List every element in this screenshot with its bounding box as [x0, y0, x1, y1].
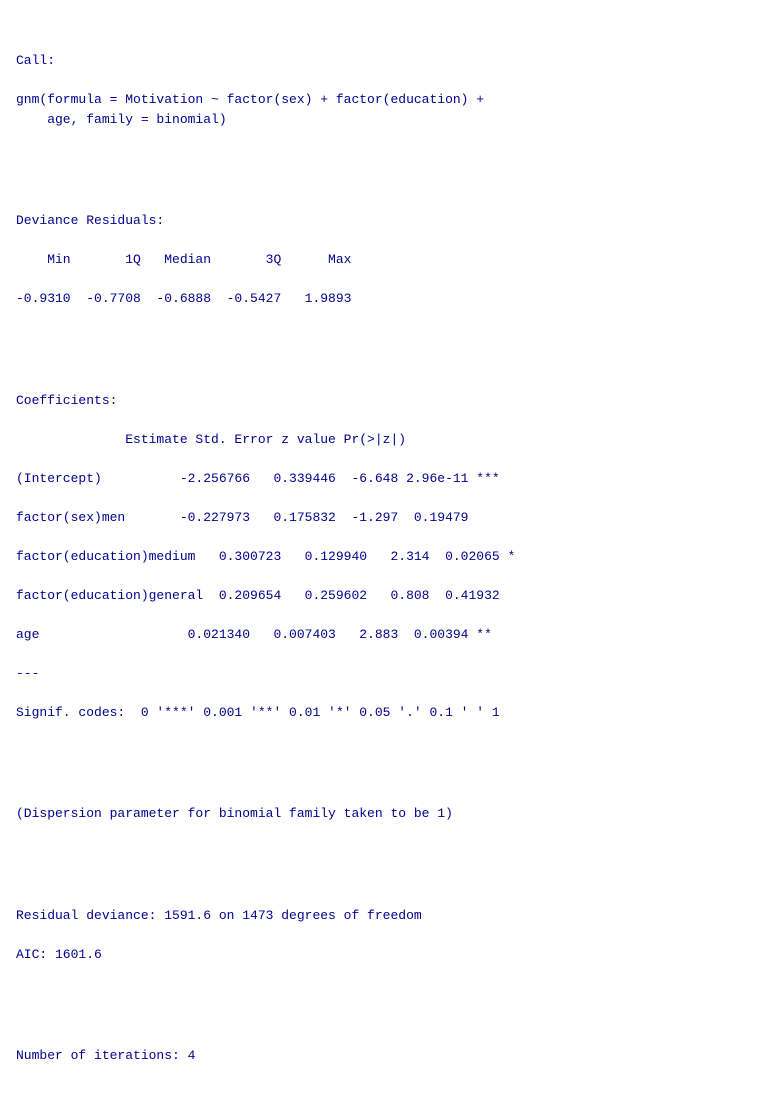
coeff-edu-medium: factor(education)medium 0.300723 0.12994…: [16, 549, 523, 564]
deviance-residuals-section: Deviance Residuals: Min 1Q Median 3Q Max…: [16, 172, 750, 309]
residual-deviance: Residual deviance: 1591.6 on 1473 degree…: [16, 908, 422, 923]
coeff-age: age 0.021340 0.007403 2.883 0.00394 **: [16, 627, 492, 642]
deviance-residuals-label: Deviance Residuals:: [16, 213, 164, 228]
r-output: Call: gnm(formula = Motivation ~ factor(…: [16, 12, 750, 1089]
iterations-section: Number of iterations: 4: [16, 1007, 750, 1066]
signif-codes: Signif. codes: 0 '***' 0.001 '**' 0.01 '…: [16, 705, 500, 720]
iterations-text: Number of iterations: 4: [16, 1048, 195, 1063]
call-label: Call:: [16, 53, 55, 68]
dispersion-section: (Dispersion parameter for binomial famil…: [16, 765, 750, 824]
call-code: gnm(formula = Motivation ~ factor(sex) +…: [16, 92, 484, 127]
deviance-residuals-headers: Min 1Q Median 3Q Max: [16, 252, 351, 267]
fit-stats-section: Residual deviance: 1591.6 on 1473 degree…: [16, 867, 750, 965]
coeff-sex-men: factor(sex)men -0.227973 0.175832 -1.297…: [16, 510, 500, 525]
coefficients-section: Coefficients: Estimate Std. Error z valu…: [16, 352, 750, 723]
coeff-edu-general: factor(education)general 0.209654 0.2596…: [16, 588, 531, 603]
coefficients-label: Coefficients:: [16, 393, 117, 408]
deviance-residuals-values: -0.9310 -0.7708 -0.6888 -0.5427 1.9893: [16, 291, 351, 306]
signif-separator: ---: [16, 666, 39, 681]
coefficients-header: Estimate Std. Error z value Pr(>|z|): [16, 432, 437, 447]
call-section: Call: gnm(formula = Motivation ~ factor(…: [16, 32, 750, 130]
coeff-intercept: (Intercept) -2.256766 0.339446 -6.648 2.…: [16, 471, 500, 486]
aic-value: AIC: 1601.6: [16, 947, 102, 962]
dispersion-text: (Dispersion parameter for binomial famil…: [16, 806, 453, 821]
